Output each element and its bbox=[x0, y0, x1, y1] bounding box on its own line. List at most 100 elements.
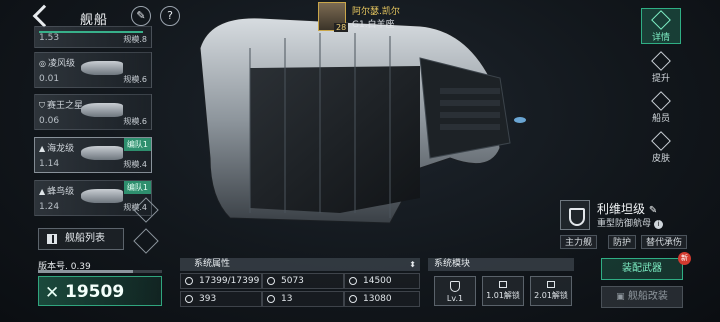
new-badge: 新 bbox=[678, 252, 691, 265]
attr-value: 17399/17399 bbox=[199, 276, 260, 286]
ship-progress-bar bbox=[39, 31, 143, 33]
fleet-list-button[interactable]: 舰船列表 bbox=[38, 228, 124, 250]
modules-title: 系统模块 bbox=[428, 258, 574, 271]
attr-value: 13 bbox=[281, 294, 293, 304]
attr-hull: 17399/17399 bbox=[180, 273, 262, 289]
ship-model bbox=[199, 17, 526, 224]
edit-icon[interactable]: ✎ bbox=[649, 205, 657, 216]
ship-class-name: 利维坦级 ✎ bbox=[597, 200, 657, 217]
armor-icon bbox=[267, 277, 275, 285]
ship-name-row: ◎ 凌风级 bbox=[39, 56, 75, 69]
equip-weapon-button[interactable]: 装配武器 bbox=[601, 258, 683, 280]
tab-upgrade[interactable]: 提升 bbox=[641, 50, 681, 86]
ship-thumbnail bbox=[81, 61, 123, 75]
ship-list-item[interactable]: ◎ 凌风级 0.01 规模.6 bbox=[34, 52, 152, 88]
shield-module-icon bbox=[450, 281, 460, 292]
ship-scale: 规模.4 bbox=[123, 160, 147, 169]
ship-thumbnail bbox=[81, 103, 123, 117]
ship-name: 蜂鸟级 bbox=[47, 187, 75, 197]
module-slot-2[interactable]: 1.01解锁 bbox=[482, 276, 524, 306]
module-slot-1[interactable]: Lv.1 bbox=[434, 276, 476, 306]
fleet-list-label: 舰船列表 bbox=[65, 233, 105, 244]
attr-value: 13080 bbox=[363, 294, 392, 304]
ship-tag: 替代承伤 bbox=[641, 235, 688, 249]
hull-icon bbox=[185, 277, 193, 285]
filter-icon[interactable] bbox=[133, 228, 159, 254]
attributes-header: 系统属性 ⬍ bbox=[180, 258, 420, 271]
slot-label: 1.01解锁 bbox=[486, 291, 520, 300]
refit-label: 舰船改装 bbox=[627, 291, 668, 302]
fleet-badge: 编队1 bbox=[123, 181, 151, 194]
tab-label: 皮肤 bbox=[651, 154, 670, 164]
ship-number: 0.06 bbox=[39, 116, 60, 126]
ship-name: 海龙级 bbox=[47, 144, 75, 154]
captain-constellation: G1.白羊座 bbox=[352, 20, 395, 30]
info-icon[interactable]: i bbox=[653, 220, 663, 229]
back-arrow-icon[interactable] bbox=[32, 4, 56, 28]
ship-number: 1.24 bbox=[39, 202, 60, 212]
ship-tag: 防护 bbox=[608, 235, 637, 249]
attr-crew: 13 bbox=[262, 291, 344, 307]
sort-arrows-icon[interactable]: ⬍ bbox=[409, 258, 416, 271]
tab-crew[interactable]: 船员 bbox=[641, 90, 681, 126]
attr-value: 5073 bbox=[281, 276, 304, 286]
power-value: 19509 bbox=[65, 282, 125, 302]
ship-tag: 主力舰 bbox=[560, 235, 598, 249]
ship-scale: 规模.6 bbox=[123, 117, 147, 126]
attributes-title: 系统属性 bbox=[194, 259, 231, 269]
ship-number: 1.53 bbox=[39, 33, 60, 43]
slot-label: 2.01解锁 bbox=[534, 291, 568, 300]
flame-icon: ▲ bbox=[39, 187, 46, 196]
tab-label: 提升 bbox=[651, 74, 670, 84]
tab-skin[interactable]: 皮肤 bbox=[641, 130, 681, 166]
ship-thumbnail bbox=[81, 189, 123, 203]
refit-button[interactable]: ▣ 舰船改装 bbox=[601, 286, 683, 308]
fleet-badge: 编队1 bbox=[123, 138, 151, 151]
attr-speed: 393 bbox=[180, 291, 262, 307]
captain-level: 28 bbox=[334, 23, 349, 32]
module-slot-3[interactable]: 2.01解锁 bbox=[530, 276, 572, 306]
speed-icon bbox=[185, 295, 193, 303]
flame-icon: ▲ bbox=[39, 144, 46, 153]
captain-name: 阿尔瑟.凯尔 bbox=[352, 7, 400, 17]
ship-number: 0.01 bbox=[39, 74, 60, 84]
attr-shield: 14500 bbox=[344, 273, 420, 289]
ship-type-text: 重型防御航母 bbox=[597, 219, 652, 229]
attr-armor: 5073 bbox=[262, 273, 344, 289]
tab-details[interactable]: 详情 bbox=[641, 8, 681, 44]
skin-icon bbox=[651, 131, 671, 151]
version-progress-fill bbox=[38, 270, 134, 273]
ship-class-text: 利维坦级 bbox=[597, 202, 646, 216]
help-icon[interactable]: ? bbox=[160, 6, 180, 26]
power-display: ✕ 19509 bbox=[38, 276, 162, 306]
tab-label: 船员 bbox=[651, 114, 670, 124]
ship-name-row: ▲ 蜂鸟级 bbox=[39, 184, 74, 197]
tab-label: 详情 bbox=[651, 33, 670, 43]
ship-name: 赛王之星 bbox=[47, 101, 84, 111]
attr-value: 14500 bbox=[363, 276, 392, 286]
ship-number: 1.14 bbox=[39, 159, 60, 169]
ship-type: 重型防御航母 i bbox=[597, 216, 663, 229]
crew-icon bbox=[651, 91, 671, 111]
firepower-icon bbox=[349, 295, 357, 303]
ship-scale: 规模.8 bbox=[123, 35, 147, 44]
ship-name: 凌风级 bbox=[47, 59, 75, 69]
feather-icon[interactable]: ✎ bbox=[131, 6, 151, 26]
ship-name-row: ⛉ 赛王之星 bbox=[39, 98, 83, 111]
grid-icon bbox=[47, 234, 57, 244]
ship-thumbnail bbox=[81, 146, 123, 160]
ship-list-item[interactable]: ⛉ 赛王之星 0.06 规模.6 bbox=[34, 94, 152, 130]
shield-small-icon: ⛉ bbox=[39, 101, 45, 110]
details-icon bbox=[651, 10, 671, 30]
pin-icon: ◎ bbox=[39, 59, 46, 68]
lock-icon bbox=[547, 281, 555, 288]
ship-list-item[interactable]: ▲ 海龙级 编队1 1.14 规模.4 bbox=[34, 137, 152, 173]
shield-stat-icon bbox=[349, 277, 357, 285]
slot-label: Lv.1 bbox=[446, 294, 464, 303]
ship-list-item[interactable]: 1.53 规模.8 bbox=[34, 26, 152, 48]
attr-value: 393 bbox=[199, 294, 217, 304]
upgrade-icon bbox=[651, 51, 671, 71]
ship-name-row: ▲ 海龙级 bbox=[39, 141, 74, 154]
lock-icon: ▣ bbox=[616, 292, 625, 302]
ship-scale: 规模.6 bbox=[123, 75, 147, 84]
